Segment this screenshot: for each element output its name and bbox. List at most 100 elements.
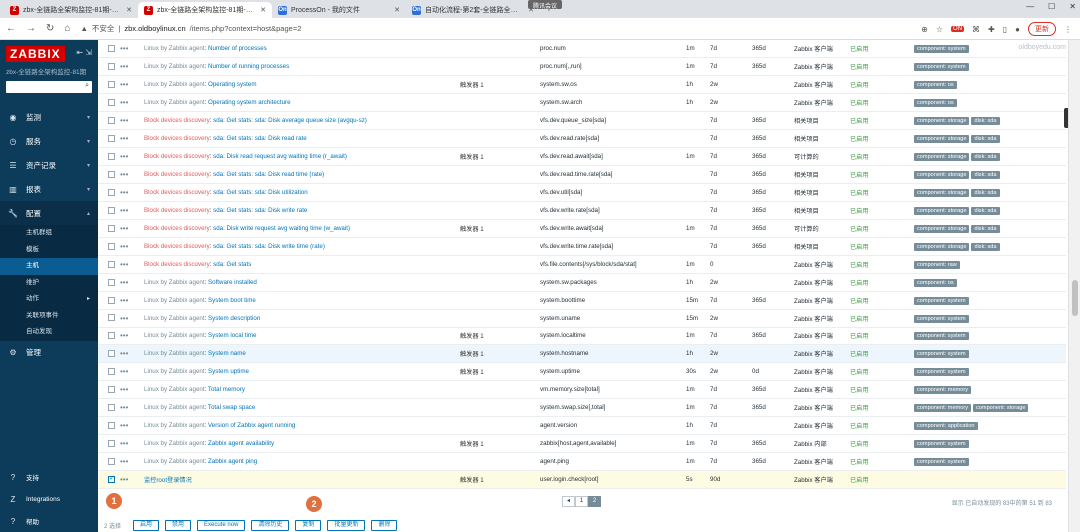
row-checkbox[interactable]	[108, 350, 115, 358]
item-template-link[interactable]: Linux by Zabbix agent	[144, 279, 205, 286]
row-menu-icon[interactable]: •••	[120, 98, 128, 107]
profile-icon[interactable]: ●	[1015, 25, 1020, 34]
row-checkbox[interactable]	[108, 45, 115, 53]
status-toggle[interactable]: 已启用	[850, 441, 869, 448]
row-checkbox[interactable]	[108, 278, 115, 286]
translate-icon[interactable]: ⌘	[972, 25, 980, 34]
row-checkbox[interactable]	[108, 474, 115, 483]
item-template-link[interactable]: Linux by Zabbix agent	[144, 350, 205, 357]
triggers-link[interactable]: 触发器 1	[460, 477, 484, 484]
triggers-link[interactable]: 触发器 1	[460, 333, 484, 340]
item-template-link[interactable]: Linux by Zabbix agent	[144, 332, 205, 339]
status-toggle[interactable]: 已启用	[850, 387, 869, 394]
row-menu-icon[interactable]: •••	[120, 188, 128, 197]
tab-close-icon[interactable]: ✕	[260, 6, 266, 14]
item-name-link[interactable]: sda: Get stats: sda: Disk utilization	[213, 189, 308, 196]
row-menu-icon[interactable]: •••	[120, 170, 128, 179]
action-button[interactable]: 启用	[133, 519, 160, 531]
item-name-link[interactable]: sda: Disk write request avg waiting time…	[213, 225, 350, 232]
row-menu-icon[interactable]: •••	[120, 116, 128, 125]
action-button[interactable]: 删除	[371, 519, 398, 531]
minimize-icon[interactable]: —	[1026, 2, 1034, 11]
puzzle-icon[interactable]: ✚	[988, 25, 995, 34]
item-template-link[interactable]: Block devices discovery	[144, 207, 210, 214]
row-checkbox[interactable]	[108, 440, 115, 448]
row-checkbox[interactable]	[108, 170, 115, 178]
item-template-link[interactable]: Linux by Zabbix agent	[144, 458, 205, 465]
row-checkbox[interactable]	[108, 386, 115, 394]
row-menu-icon[interactable]: •••	[120, 403, 128, 412]
status-toggle[interactable]: 已启用	[850, 46, 869, 53]
item-name-link[interactable]: Operating system	[208, 81, 257, 88]
zoom-icon[interactable]: ⊕	[921, 25, 928, 34]
row-checkbox[interactable]	[108, 63, 115, 71]
row-menu-icon[interactable]: •••	[120, 421, 128, 430]
item-name-link[interactable]: Total swap space	[208, 404, 255, 411]
triggers-link[interactable]: 触发器 1	[460, 351, 484, 358]
submenu-item[interactable]: 维护	[0, 275, 98, 292]
action-button[interactable]: 批量更新	[327, 519, 366, 531]
row-checkbox[interactable]	[108, 368, 115, 376]
browser-tab[interactable]: Zzbx-全链路全架构监控-81期-配置.. ✕	[138, 2, 272, 18]
row-menu-icon[interactable]: •••	[120, 152, 128, 161]
status-toggle[interactable]: 已启用	[850, 244, 869, 251]
submenu-item[interactable]: 模板	[0, 242, 98, 259]
item-template-link[interactable]: Linux by Zabbix agent	[144, 45, 205, 52]
menu-chart[interactable]: ▥ 报表 ▾	[0, 177, 98, 201]
item-name-link[interactable]: 监控root登录情况	[144, 477, 192, 484]
pager-page-2[interactable]: 2	[588, 496, 601, 507]
row-menu-icon[interactable]: •••	[120, 385, 128, 394]
menu-wrench[interactable]: 🔧 配置 ▴	[0, 201, 98, 225]
item-name-link[interactable]: System local time	[208, 332, 256, 339]
row-menu-icon[interactable]: •••	[120, 331, 128, 340]
row-checkbox[interactable]	[108, 404, 115, 412]
row-menu-icon[interactable]: •••	[120, 62, 128, 71]
item-template-link[interactable]: Linux by Zabbix agent	[144, 99, 205, 106]
row-menu-icon[interactable]: •••	[120, 44, 128, 53]
triggers-link[interactable]: 触发器 1	[460, 369, 484, 376]
forward-icon[interactable]: →	[26, 23, 36, 34]
item-name-link[interactable]: Number of processes	[208, 45, 267, 52]
submenu-item[interactable]: 关联项事件	[0, 308, 98, 325]
row-checkbox[interactable]	[108, 422, 115, 430]
menu-eye[interactable]: ◉ 监测 ▾	[0, 105, 98, 129]
row-checkbox[interactable]	[108, 135, 115, 143]
status-toggle[interactable]: 已启用	[850, 369, 869, 376]
row-menu-icon[interactable]: •••	[120, 80, 128, 89]
item-name-link[interactable]: sda: Get stats: sda: Disk write time (ra…	[213, 243, 325, 250]
pager-prev-button[interactable]: ◂	[562, 496, 575, 507]
status-toggle[interactable]: 已启用	[850, 64, 869, 71]
item-template-link[interactable]: Block devices discovery	[144, 189, 210, 196]
item-name-link[interactable]: Total memory	[208, 386, 245, 393]
item-template-link[interactable]: Linux by Zabbix agent	[144, 297, 205, 304]
row-checkbox[interactable]	[108, 81, 115, 89]
item-template-link[interactable]: Linux by Zabbix agent	[144, 81, 205, 88]
item-template-link[interactable]: Block devices discovery	[144, 153, 210, 160]
row-checkbox[interactable]	[108, 314, 115, 322]
item-name-link[interactable]: sda: Get stats	[213, 261, 251, 268]
row-menu-icon[interactable]: •••	[120, 367, 128, 376]
menu-list[interactable]: ☰ 资产记录 ▾	[0, 153, 98, 177]
row-checkbox[interactable]	[108, 117, 115, 125]
triggers-link[interactable]: 触发器 1	[460, 154, 484, 161]
row-menu-icon[interactable]: •••	[120, 457, 128, 466]
item-template-link[interactable]: Linux by Zabbix agent	[144, 440, 205, 447]
back-icon[interactable]: ←	[6, 23, 16, 34]
status-toggle[interactable]: 已启用	[850, 226, 869, 233]
item-name-link[interactable]: Operating system architecture	[208, 99, 291, 106]
row-menu-icon[interactable]: •••	[120, 278, 128, 287]
maximize-icon[interactable]: ☐	[1048, 2, 1055, 11]
browser-tab[interactable]: Zzbx-全链路全架构监控-81期-配置.. ✕	[4, 2, 138, 18]
status-toggle[interactable]: 已启用	[850, 351, 869, 358]
submenu-item[interactable]: 主机群组	[0, 225, 98, 242]
triggers-link[interactable]: 触发器 1	[460, 82, 484, 89]
item-template-link[interactable]: Block devices discovery	[144, 117, 210, 124]
action-button[interactable]: 清除历史	[251, 519, 290, 531]
tab-close-icon[interactable]: ✕	[394, 6, 400, 14]
item-template-link[interactable]: Block devices discovery	[144, 243, 210, 250]
item-name-link[interactable]: Software installed	[208, 279, 257, 286]
item-name-link[interactable]: System name	[208, 350, 246, 357]
status-toggle[interactable]: 已启用	[850, 190, 869, 197]
item-template-link[interactable]: Block devices discovery	[144, 171, 210, 178]
menu-admin[interactable]: ⚙ 管理	[0, 341, 98, 365]
